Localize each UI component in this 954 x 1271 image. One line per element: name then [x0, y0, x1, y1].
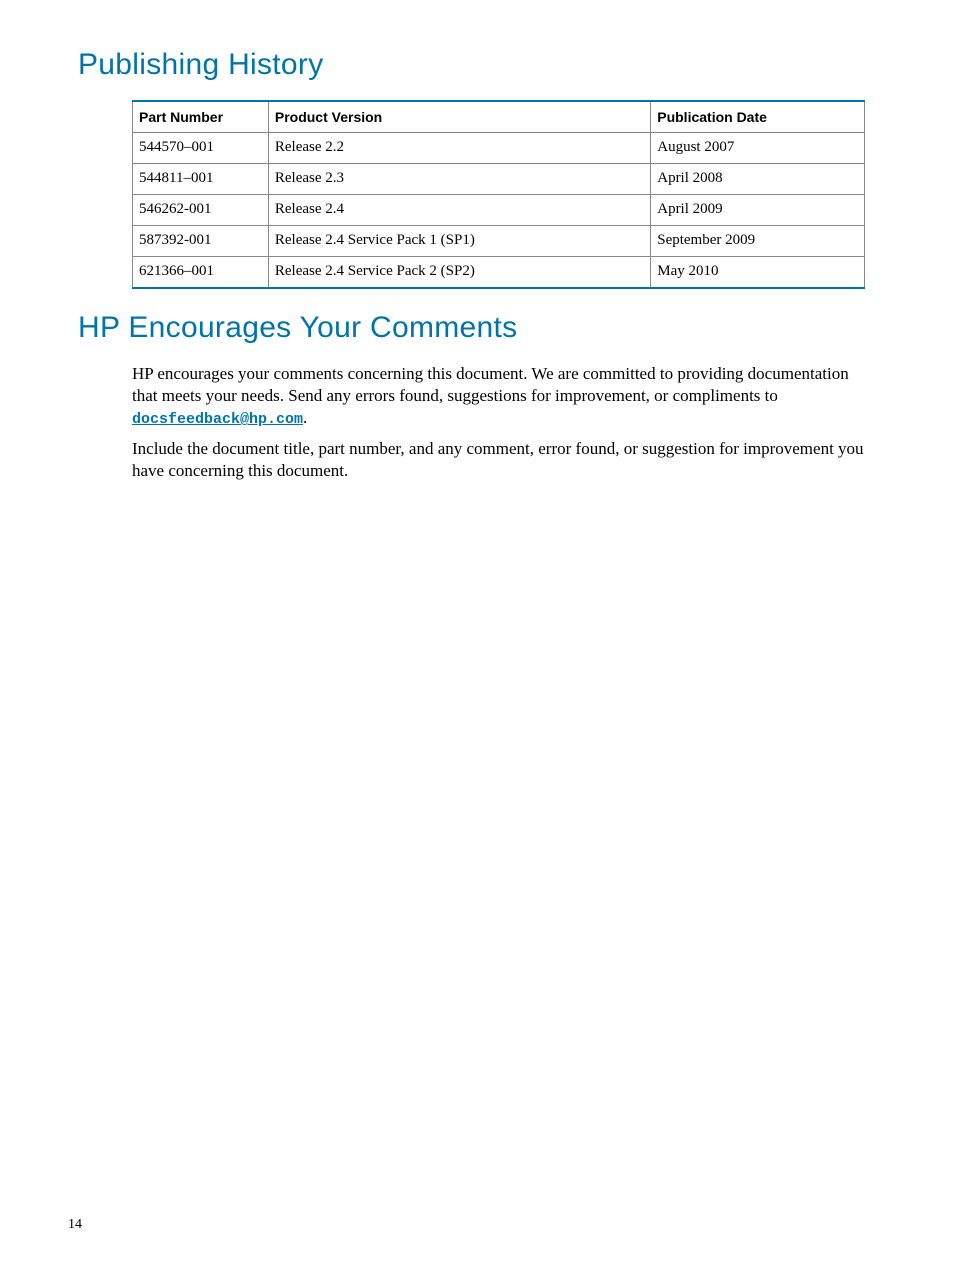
table-header-row: Part Number Product Version Publication … [133, 101, 865, 133]
cell-publication-date: April 2009 [651, 195, 865, 226]
cell-part-number: 587392-001 [133, 226, 269, 257]
feedback-email-link[interactable]: docsfeedback@hp.com [132, 411, 303, 428]
paragraph-include: Include the document title, part number,… [132, 438, 876, 482]
heading-hp-encourages: HP Encourages Your Comments [78, 311, 876, 345]
col-header-publication-date: Publication Date [651, 101, 865, 133]
cell-product-version: Release 2.4 Service Pack 2 (SP2) [268, 257, 650, 289]
col-header-part-number: Part Number [133, 101, 269, 133]
cell-product-version: Release 2.4 Service Pack 1 (SP1) [268, 226, 650, 257]
cell-product-version: Release 2.4 [268, 195, 650, 226]
cell-product-version: Release 2.2 [268, 133, 650, 164]
cell-publication-date: September 2009 [651, 226, 865, 257]
table-row: 544570–001 Release 2.2 August 2007 [133, 133, 865, 164]
table-row: 546262-001 Release 2.4 April 2009 [133, 195, 865, 226]
cell-publication-date: April 2008 [651, 164, 865, 195]
col-header-product-version: Product Version [268, 101, 650, 133]
table-row: 544811–001 Release 2.3 April 2008 [133, 164, 865, 195]
paragraph-text-before: HP encourages your comments concerning t… [132, 364, 849, 405]
paragraph-encourages: HP encourages your comments concerning t… [132, 363, 876, 430]
heading-publishing-history: Publishing History [78, 48, 876, 82]
publishing-history-table: Part Number Product Version Publication … [132, 100, 865, 289]
table-row: 587392-001 Release 2.4 Service Pack 1 (S… [133, 226, 865, 257]
cell-part-number: 544570–001 [133, 133, 269, 164]
page-number: 14 [68, 1217, 82, 1233]
cell-product-version: Release 2.3 [268, 164, 650, 195]
table-row: 621366–001 Release 2.4 Service Pack 2 (S… [133, 257, 865, 289]
publishing-history-table-wrapper: Part Number Product Version Publication … [132, 100, 876, 289]
cell-part-number: 546262-001 [133, 195, 269, 226]
cell-publication-date: August 2007 [651, 133, 865, 164]
cell-part-number: 544811–001 [133, 164, 269, 195]
cell-part-number: 621366–001 [133, 257, 269, 289]
paragraph-text-after: . [303, 408, 307, 427]
cell-publication-date: May 2010 [651, 257, 865, 289]
